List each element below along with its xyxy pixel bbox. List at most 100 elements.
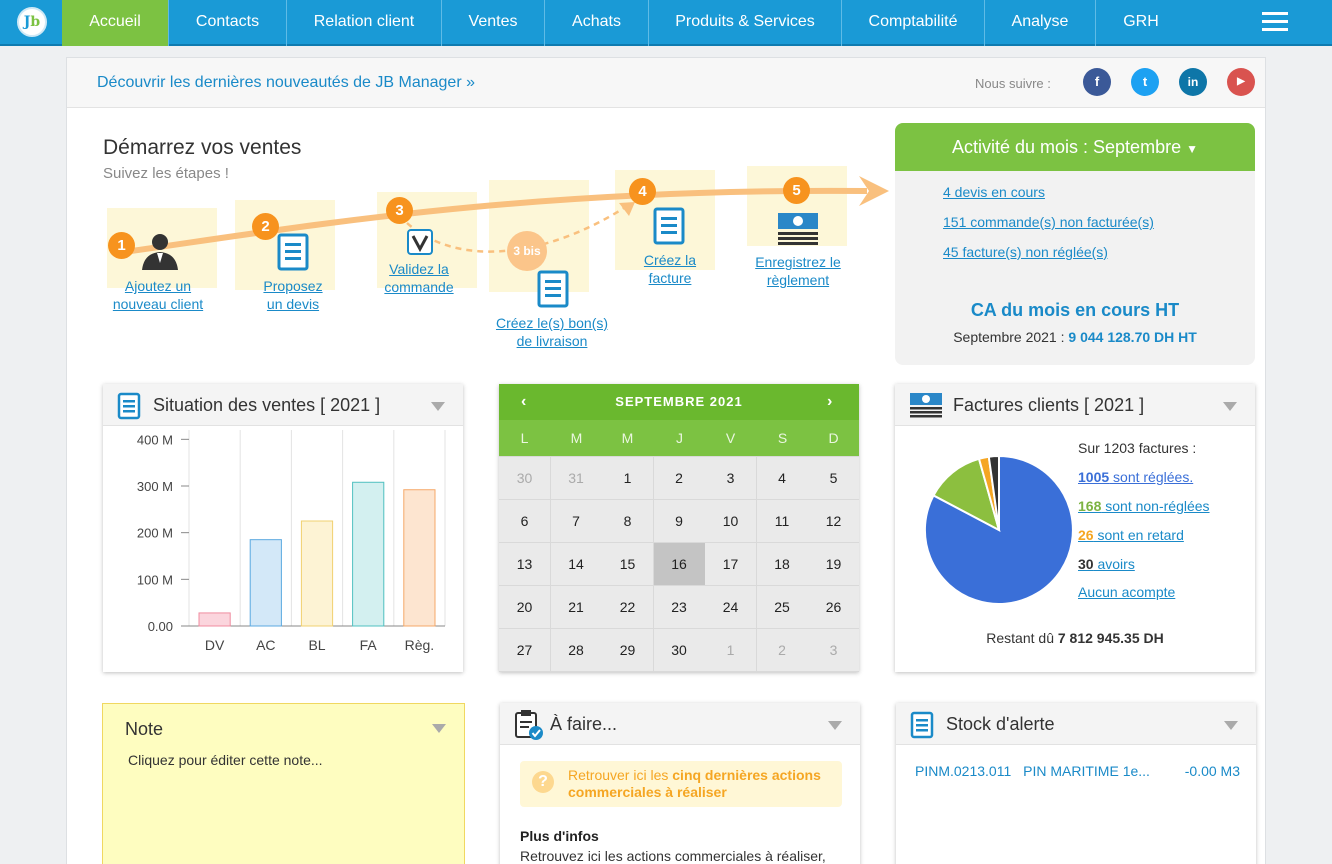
calendar-day[interactable]: 29 (602, 629, 653, 671)
calendar-day[interactable]: 18 (756, 543, 808, 585)
calendar-day[interactable]: 15 (602, 543, 653, 585)
todo-panel-header: À faire... (500, 703, 860, 745)
calendar-day[interactable]: 7 (550, 500, 602, 542)
caret-down-icon[interactable] (1223, 402, 1237, 411)
invoices-late-link[interactable]: 26 sont en retard (1078, 527, 1184, 543)
calendar-day[interactable]: 10 (705, 500, 756, 542)
calendar-day[interactable]: 17 (705, 543, 756, 585)
todo-more-text: Retrouvez ici les actions commerciales à… (520, 848, 826, 864)
step-4-badge: 4 (629, 178, 656, 205)
calendar-day[interactable]: 27 (499, 629, 550, 671)
bar-rg[interactable] (403, 489, 436, 627)
caret-down-icon[interactable] (432, 724, 446, 733)
calendar-day[interactable]: 26 (808, 586, 859, 628)
news-link[interactable]: Découvrir les dernières nouveautés de JB… (97, 74, 475, 92)
nav-produits-services[interactable]: Produits & Services (649, 0, 842, 46)
step-record-payment-link[interactable]: Enregistrez le règlement (743, 253, 853, 289)
invoices-unpaid-link[interactable]: 168 sont non-réglées (1078, 498, 1210, 514)
nav-analyse[interactable]: Analyse (985, 0, 1096, 46)
calendar-day[interactable]: 22 (602, 586, 653, 628)
calendar-day[interactable]: 20 (499, 586, 550, 628)
document-icon (117, 392, 141, 420)
nav-ventes[interactable]: Ventes (442, 0, 545, 46)
calendar-day[interactable]: 5 (808, 457, 859, 499)
calendar-day[interactable]: 8 (602, 500, 653, 542)
step-add-client-link[interactable]: Ajoutez un nouveau client (103, 277, 213, 313)
bar-bl[interactable] (300, 520, 334, 627)
hamburger-menu-icon[interactable] (1262, 12, 1288, 32)
calendar-day[interactable]: 14 (550, 543, 602, 585)
calendar-day[interactable]: 4 (756, 457, 808, 499)
x-tick-label: AC (256, 637, 275, 653)
calendar-day[interactable]: 16 (653, 543, 705, 585)
calendar-day[interactable]: 30 (653, 629, 705, 671)
step-delivery-note-link[interactable]: Créez le(s) bon(s) de livraison (482, 314, 622, 350)
invoice-icon (653, 207, 685, 245)
weekday: S (777, 430, 788, 446)
facebook-icon[interactable]: f (1083, 68, 1111, 96)
invoices-credits-link[interactable]: 30 avoirs (1078, 556, 1135, 572)
activity-header[interactable]: Activité du mois : Septembre ▼ (895, 123, 1255, 171)
steps-background (107, 166, 847, 292)
calendar-day[interactable]: 28 (550, 629, 602, 671)
calendar-day[interactable]: 3 (705, 457, 756, 499)
calendar-day[interactable]: 13 (499, 543, 550, 585)
calendar-day[interactable]: 24 (705, 586, 756, 628)
stock-row[interactable]: PINM.0213.011 PIN MARITIME 1e... -0.00 M… (915, 763, 1245, 779)
nav-accueil[interactable]: Accueil (62, 0, 169, 46)
bar-dv[interactable] (198, 612, 231, 627)
invoices-no-deposit-link[interactable]: Aucun acompte (1078, 584, 1175, 600)
nav-achats[interactable]: Achats (545, 0, 649, 46)
step-propose-quote-link[interactable]: Proposez un devis (243, 277, 343, 313)
weekday: V (725, 430, 736, 446)
youtube-icon[interactable]: ▶ (1227, 68, 1255, 96)
note-panel[interactable]: Note Cliquez pour éditer cette note... (102, 703, 465, 864)
calendar-day[interactable]: 23 (653, 586, 705, 628)
twitter-icon[interactable]: t (1131, 68, 1159, 96)
invoices-panel: Factures clients [ 2021 ] Sur 1203 factu… (895, 384, 1255, 672)
calendar-day[interactable]: 31 (550, 457, 602, 499)
calendar-day[interactable]: 25 (756, 586, 808, 628)
calendar-prev-button[interactable]: ‹ (521, 384, 527, 420)
caret-down-icon[interactable] (828, 721, 842, 730)
nav-comptabilite[interactable]: Comptabilité (842, 0, 985, 46)
nav-contacts[interactable]: Contacts (169, 0, 287, 46)
banknote-icon (910, 393, 942, 418)
calendar-day[interactable]: 30 (499, 457, 550, 499)
calendar-next-button[interactable]: › (827, 384, 833, 420)
y-tick-label: 0.00 (148, 619, 173, 634)
x-tick-label: FA (360, 637, 378, 653)
caret-down-icon[interactable] (431, 402, 445, 411)
calendar-day[interactable]: 21 (550, 586, 602, 628)
note-text[interactable]: Cliquez pour éditer cette note... (128, 752, 323, 768)
calendar-day[interactable]: 1 (705, 629, 756, 671)
activity-link-orders[interactable]: 151 commande(s) non facturée(s) (943, 214, 1154, 230)
step-2-badge: 2 (252, 213, 279, 240)
step-create-invoice-link[interactable]: Créez la facture (620, 251, 720, 287)
calendar-day[interactable]: 2 (756, 629, 808, 671)
step-validate-order-link[interactable]: Validez la commande (369, 260, 469, 296)
calendar-day[interactable]: 19 (808, 543, 859, 585)
calendar-day[interactable]: 11 (756, 500, 808, 542)
invoices-paid-link[interactable]: 1005 sont réglées. (1078, 469, 1193, 485)
stock-panel-title: Stock d'alerte (946, 714, 1055, 734)
calendar-day[interactable]: 1 (602, 457, 653, 499)
monthly-activity-panel: Activité du mois : Septembre ▼ 4 devis e… (895, 123, 1255, 365)
calendar-day[interactable]: 3 (808, 629, 859, 671)
calendar-day[interactable]: 2 (653, 457, 705, 499)
calendar-day[interactable]: 9 (653, 500, 705, 542)
caret-down-icon[interactable] (1224, 721, 1238, 730)
activity-link-invoices[interactable]: 45 facture(s) non réglée(s) (943, 244, 1108, 260)
weekday: J (676, 430, 683, 446)
invoices-panel-header: Factures clients [ 2021 ] (895, 384, 1255, 426)
stock-name: PIN MARITIME 1e... (1023, 763, 1150, 779)
bar-ac[interactable] (249, 539, 282, 627)
bar-fa[interactable] (352, 481, 385, 627)
jb-logo[interactable]: Jb (17, 7, 47, 37)
linkedin-icon[interactable]: in (1179, 68, 1207, 96)
nav-grh[interactable]: GRH (1096, 0, 1186, 46)
nav-relation-client[interactable]: Relation client (287, 0, 442, 46)
calendar-day[interactable]: 6 (499, 500, 550, 542)
calendar-day[interactable]: 12 (808, 500, 859, 542)
activity-link-quotes[interactable]: 4 devis en cours (943, 184, 1045, 200)
